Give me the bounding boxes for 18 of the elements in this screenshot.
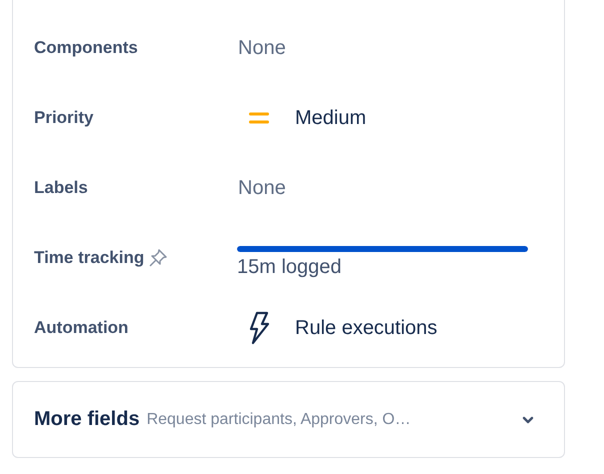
field-value[interactable]: Rule executions [295, 316, 438, 340]
priority-medium-icon [248, 111, 270, 125]
field-label: Components [34, 38, 138, 58]
field-value[interactable]: None [238, 36, 286, 58]
more-fields-title: More fields [34, 408, 140, 431]
time-logged-text: 15m logged [237, 256, 343, 278]
field-label: Priority [34, 108, 94, 128]
pin-icon[interactable] [148, 248, 168, 268]
field-label: Time tracking [34, 248, 144, 268]
field-label: Labels [34, 178, 88, 198]
lightning-icon [248, 311, 270, 345]
time-tracking-bar[interactable] [237, 246, 528, 252]
chevron-icon [522, 416, 534, 424]
field-value[interactable]: Medium [295, 106, 366, 130]
more-fields-summary: Request participants, Approvers, O… [146, 410, 412, 428]
field-value[interactable]: None [238, 176, 286, 198]
more-fields-toggle[interactable]: More fields Request participants, Approvers, O… [12, 381, 565, 458]
field-label: Automation [34, 318, 128, 338]
